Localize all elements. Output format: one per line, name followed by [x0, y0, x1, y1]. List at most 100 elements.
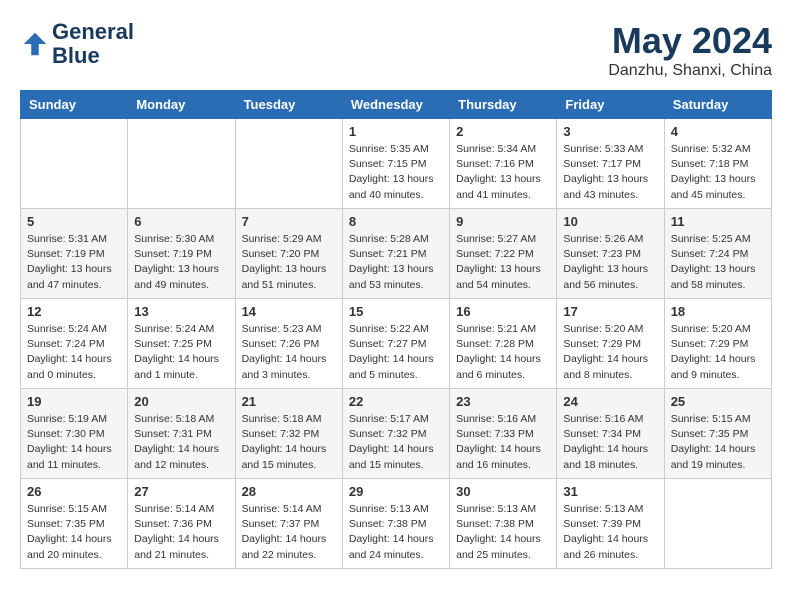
title-block: May 2024 Danzhu, Shanxi, China: [608, 20, 772, 80]
day-number: 4: [671, 124, 765, 139]
calendar-cell: 31 Sunrise: 5:13 AMSunset: 7:39 PMDayligh…: [557, 479, 664, 569]
calendar-cell: 4Sunrise: 5:32 AMSunset: 7:18 PMDaylight…: [664, 119, 771, 209]
day-info: Sunrise: 5:31 AMSunset: 7:19 PMDaylight:…: [27, 232, 121, 293]
day-info: Sunrise: 5:13 AMSunset: 7:38 PMDaylight:…: [456, 502, 550, 563]
calendar-table: SundayMondayTuesdayWednesdayThursdayFrid…: [20, 90, 772, 569]
day-info: Sunrise: 5:25 AMSunset: 7:24 PMDaylight:…: [671, 232, 765, 293]
day-info: Sunrise: 5:19 AMSunset: 7:30 PMDaylight:…: [27, 412, 121, 473]
day-number: 3: [563, 124, 657, 139]
day-number: 9: [456, 214, 550, 229]
day-info: Sunrise: 5:29 AMSunset: 7:20 PMDaylight:…: [242, 232, 336, 293]
page-header: General Blue May 2024 Danzhu, Shanxi, Ch…: [20, 20, 772, 80]
day-number: 18: [671, 304, 765, 319]
day-number: 10: [563, 214, 657, 229]
day-info: Sunrise: 5:30 AMSunset: 7:19 PMDaylight:…: [134, 232, 228, 293]
day-info: Sunrise: 5:33 AMSunset: 7:17 PMDaylight:…: [563, 142, 657, 203]
day-number: 17: [563, 304, 657, 319]
day-info: Sunrise: 5:20 AMSunset: 7:29 PMDaylight:…: [671, 322, 765, 383]
day-number: 8: [349, 214, 443, 229]
calendar-week-row: 26Sunrise: 5:15 AMSunset: 7:35 PMDayligh…: [21, 479, 772, 569]
calendar-cell: 11 Sunrise: 5:25 AMSunset: 7:24 PMDayligh…: [664, 209, 771, 299]
day-number: 12: [27, 304, 121, 319]
calendar-cell: 22 Sunrise: 5:17 AMSunset: 7:32 PMDayligh…: [342, 389, 449, 479]
calendar-week-row: 19 Sunrise: 5:19 AMSunset: 7:30 PMDayligh…: [21, 389, 772, 479]
logo-icon: [20, 29, 50, 59]
day-number: 24: [563, 394, 657, 409]
weekday-header: Wednesday: [342, 91, 449, 119]
month-title: May 2024: [608, 20, 772, 62]
calendar-cell: 8 Sunrise: 5:28 AMSunset: 7:21 PMDaylight…: [342, 209, 449, 299]
weekday-header: Friday: [557, 91, 664, 119]
weekday-header: Monday: [128, 91, 235, 119]
calendar-header-row: SundayMondayTuesdayWednesdayThursdayFrid…: [21, 91, 772, 119]
day-info: Sunrise: 5:18 AMSunset: 7:31 PMDaylight:…: [134, 412, 228, 473]
calendar-cell: 10Sunrise: 5:26 AMSunset: 7:23 PMDayligh…: [557, 209, 664, 299]
calendar-cell: 3 Sunrise: 5:33 AMSunset: 7:17 PMDaylight…: [557, 119, 664, 209]
day-number: 19: [27, 394, 121, 409]
day-number: 21: [242, 394, 336, 409]
day-number: 22: [349, 394, 443, 409]
day-info: Sunrise: 5:17 AMSunset: 7:32 PMDaylight:…: [349, 412, 443, 473]
calendar-cell: 30 Sunrise: 5:13 AMSunset: 7:38 PMDayligh…: [450, 479, 557, 569]
day-number: 16: [456, 304, 550, 319]
day-info: Sunrise: 5:14 AMSunset: 7:36 PMDaylight:…: [134, 502, 228, 563]
day-info: Sunrise: 5:15 AMSunset: 7:35 PMDaylight:…: [671, 412, 765, 473]
calendar-cell: 7Sunrise: 5:29 AMSunset: 7:20 PMDaylight…: [235, 209, 342, 299]
day-number: 20: [134, 394, 228, 409]
day-info: Sunrise: 5:13 AMSunset: 7:39 PMDaylight:…: [563, 502, 657, 563]
day-number: 1: [349, 124, 443, 139]
calendar-cell: 15 Sunrise: 5:22 AMSunset: 7:27 PMDayligh…: [342, 299, 449, 389]
day-number: 11: [671, 214, 765, 229]
day-info: Sunrise: 5:16 AMSunset: 7:33 PMDaylight:…: [456, 412, 550, 473]
day-info: Sunrise: 5:24 AMSunset: 7:24 PMDaylight:…: [27, 322, 121, 383]
calendar-cell: 20 Sunrise: 5:18 AMSunset: 7:31 PMDayligh…: [128, 389, 235, 479]
day-number: 26: [27, 484, 121, 499]
day-info: Sunrise: 5:23 AMSunset: 7:26 PMDaylight:…: [242, 322, 336, 383]
day-info: Sunrise: 5:16 AMSunset: 7:34 PMDaylight:…: [563, 412, 657, 473]
logo-line1: General: [52, 20, 134, 44]
day-number: 23: [456, 394, 550, 409]
calendar-cell: 2 Sunrise: 5:34 AMSunset: 7:16 PMDaylight…: [450, 119, 557, 209]
day-info: Sunrise: 5:34 AMSunset: 7:16 PMDaylight:…: [456, 142, 550, 203]
day-info: Sunrise: 5:20 AMSunset: 7:29 PMDaylight:…: [563, 322, 657, 383]
day-info: Sunrise: 5:22 AMSunset: 7:27 PMDaylight:…: [349, 322, 443, 383]
day-info: Sunrise: 5:28 AMSunset: 7:21 PMDaylight:…: [349, 232, 443, 293]
day-number: 15: [349, 304, 443, 319]
day-number: 31: [563, 484, 657, 499]
calendar-cell: 5 Sunrise: 5:31 AMSunset: 7:19 PMDaylight…: [21, 209, 128, 299]
calendar-week-row: 5 Sunrise: 5:31 AMSunset: 7:19 PMDaylight…: [21, 209, 772, 299]
day-info: Sunrise: 5:18 AMSunset: 7:32 PMDaylight:…: [242, 412, 336, 473]
day-number: 5: [27, 214, 121, 229]
logo: General Blue: [20, 20, 134, 68]
calendar-week-row: 12 Sunrise: 5:24 AMSunset: 7:24 PMDayligh…: [21, 299, 772, 389]
calendar-cell: 16 Sunrise: 5:21 AMSunset: 7:28 PMDayligh…: [450, 299, 557, 389]
calendar-cell: 6 Sunrise: 5:30 AMSunset: 7:19 PMDaylight…: [128, 209, 235, 299]
calendar-cell: 1 Sunrise: 5:35 AMSunset: 7:15 PMDaylight…: [342, 119, 449, 209]
location: Danzhu, Shanxi, China: [608, 62, 772, 80]
calendar-cell: 18 Sunrise: 5:20 AMSunset: 7:29 PMDayligh…: [664, 299, 771, 389]
calendar-cell: 26Sunrise: 5:15 AMSunset: 7:35 PMDayligh…: [21, 479, 128, 569]
logo-line2: Blue: [52, 44, 134, 68]
weekday-header: Saturday: [664, 91, 771, 119]
day-number: 6: [134, 214, 228, 229]
calendar-cell: 17 Sunrise: 5:20 AMSunset: 7:29 PMDayligh…: [557, 299, 664, 389]
calendar-cell: 13Sunrise: 5:24 AMSunset: 7:25 PMDayligh…: [128, 299, 235, 389]
calendar-cell: 29Sunrise: 5:13 AMSunset: 7:38 PMDayligh…: [342, 479, 449, 569]
day-number: 13: [134, 304, 228, 319]
calendar-cell: 23 Sunrise: 5:16 AMSunset: 7:33 PMDayligh…: [450, 389, 557, 479]
calendar-cell: 19 Sunrise: 5:19 AMSunset: 7:30 PMDayligh…: [21, 389, 128, 479]
calendar-cell: 28Sunrise: 5:14 AMSunset: 7:37 PMDayligh…: [235, 479, 342, 569]
calendar-cell: 14Sunrise: 5:23 AMSunset: 7:26 PMDayligh…: [235, 299, 342, 389]
calendar-cell: 21 Sunrise: 5:18 AMSunset: 7:32 PMDayligh…: [235, 389, 342, 479]
day-info: Sunrise: 5:27 AMSunset: 7:22 PMDaylight:…: [456, 232, 550, 293]
day-info: Sunrise: 5:35 AMSunset: 7:15 PMDaylight:…: [349, 142, 443, 203]
day-number: 2: [456, 124, 550, 139]
logo-text: General Blue: [52, 20, 134, 68]
day-number: 29: [349, 484, 443, 499]
day-info: Sunrise: 5:14 AMSunset: 7:37 PMDaylight:…: [242, 502, 336, 563]
day-info: Sunrise: 5:21 AMSunset: 7:28 PMDaylight:…: [456, 322, 550, 383]
calendar-cell: [664, 479, 771, 569]
weekday-header: Sunday: [21, 91, 128, 119]
day-number: 30: [456, 484, 550, 499]
day-number: 25: [671, 394, 765, 409]
